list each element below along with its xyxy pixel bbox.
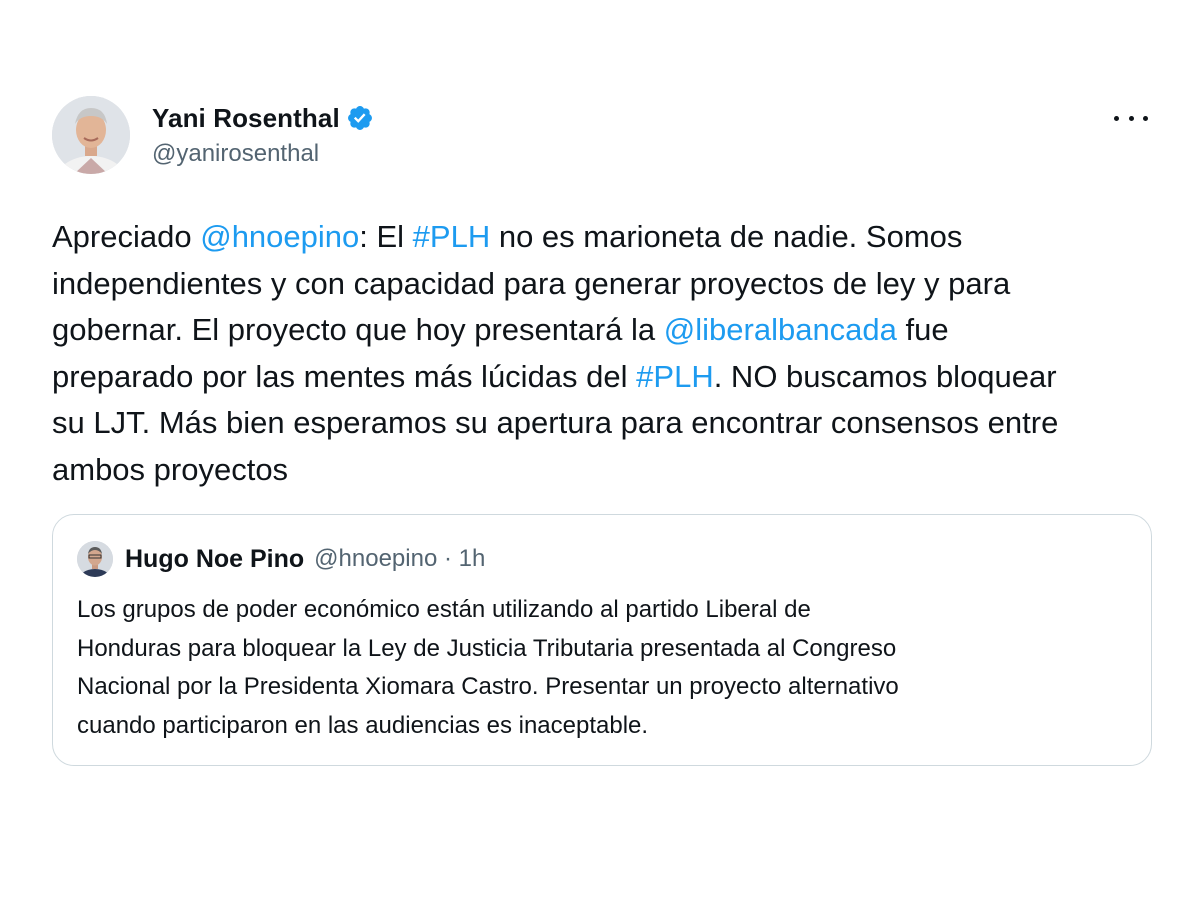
author-block: Yani Rosenthal @yanirosenthal (152, 102, 374, 168)
author-avatar[interactable] (52, 96, 130, 174)
tweet-text-line: su LJT. Más bien esperamos su apertura p… (52, 400, 1152, 447)
mention-link[interactable]: @liberalbancada (664, 312, 897, 347)
tweet-text-line: ambos proyectos (52, 447, 1152, 494)
quoted-text-line: cuando participaron en las audiencias es… (77, 711, 649, 739)
tweet-text: Apreciado @hnoepino: El #PLH no es mario… (52, 214, 1152, 493)
hashtag-link[interactable]: #PLH (636, 359, 714, 394)
tweet-text-segment: : El (359, 219, 413, 254)
quoted-tweet-header: Hugo Noe Pino @hnoepino · 1h (77, 539, 485, 579)
verified-badge-icon (347, 106, 372, 130)
more-options-icon[interactable] (1114, 108, 1148, 128)
author-handle[interactable]: @yanirosenthal (152, 140, 374, 168)
quoted-text-line: Los grupos de poder económico están util… (77, 596, 811, 623)
avatar-photo-icon (52, 96, 130, 174)
tweet-text-segment: Apreciado (52, 219, 201, 254)
tweet-text-line: gobernar. El proyecto que hoy presentará… (52, 307, 1152, 354)
tweet-text-segment: . NO buscamos bloquear (713, 358, 1057, 394)
tweet-text-segment: no es marioneta de nadie. Somos (490, 219, 963, 254)
tweet-text-line: preparado por las mentes más lúcidas del… (52, 354, 1152, 401)
tweet-text-segment: gobernar. El proyecto que hoy presentará… (52, 312, 664, 347)
tweet-text-line: Apreciado @hnoepino: El #PLH no es mario… (52, 214, 1152, 261)
hashtag-link[interactable]: #PLH (413, 219, 491, 254)
quoted-text-line: Nacional por la Presidenta Xiomara Castr… (77, 673, 899, 700)
tweet-text-segment: independientes y con capacidad para gene… (52, 265, 1011, 301)
quoted-author-meta: @hnoepino · 1h (314, 545, 486, 572)
tweet-text-segment: ambos proyectos (52, 451, 289, 487)
author-name[interactable]: Yani Rosenthal (152, 103, 340, 134)
quoted-author-avatar[interactable] (77, 541, 113, 577)
tweet-text-line: independientes y con capacidad para gene… (52, 261, 1152, 308)
tweet-text-segment: fue (896, 312, 949, 347)
quoted-text-line: Honduras para bloquear la Ley de Justici… (77, 634, 897, 662)
tweet-text-segment: preparado por las mentes más lúcidas del (52, 358, 637, 394)
quoted-avatar-photo-icon (77, 541, 113, 577)
quoted-tweet-text: Los grupos de poder económico están util… (77, 591, 1127, 745)
quoted-tweet[interactable]: Hugo Noe Pino @hnoepino · 1h Los grupos … (52, 514, 1152, 766)
author-name-row: Yani Rosenthal (152, 102, 374, 134)
tweet-text-segment: su LJT. Más bien esperamos su apertura p… (52, 405, 1059, 440)
mention-link[interactable]: @hnoepino (200, 219, 359, 254)
quoted-author-name[interactable]: Hugo Noe Pino (125, 545, 304, 574)
